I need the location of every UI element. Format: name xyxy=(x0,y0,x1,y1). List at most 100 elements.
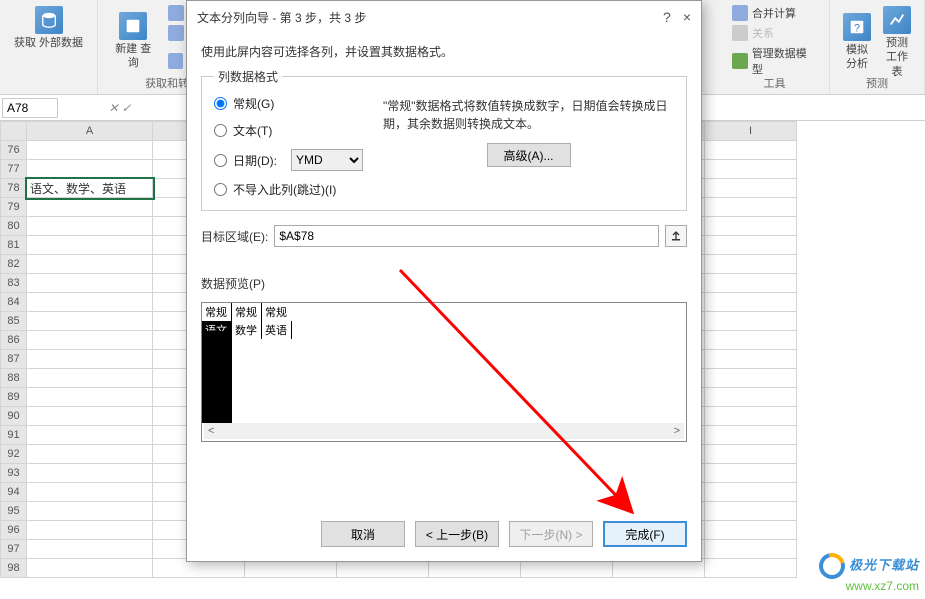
cancel-button[interactable]: 取消 xyxy=(321,521,405,547)
row-header[interactable]: 96 xyxy=(1,521,27,540)
cell[interactable] xyxy=(705,331,797,350)
cell[interactable] xyxy=(705,312,797,331)
preview-cell[interactable]: 英语 xyxy=(262,321,292,339)
radio-text[interactable]: 文本(T) xyxy=(214,122,363,139)
relationships-button[interactable]: 关系 xyxy=(728,24,821,42)
corner-cell[interactable] xyxy=(1,122,27,141)
preview-header-cell[interactable]: 常规 xyxy=(202,303,232,321)
row-header[interactable]: 83 xyxy=(1,274,27,293)
advanced-button[interactable]: 高级(A)... xyxy=(487,143,571,167)
cell[interactable] xyxy=(27,540,153,559)
cell[interactable] xyxy=(705,445,797,464)
cell[interactable]: 语文、数学、英语 xyxy=(27,179,153,198)
cell[interactable] xyxy=(705,350,797,369)
cell[interactable] xyxy=(27,445,153,464)
cell[interactable] xyxy=(27,255,153,274)
cell[interactable] xyxy=(27,483,153,502)
data-preview[interactable]: 常规 常规 常规 语文 数学 英语 < > xyxy=(201,302,687,442)
back-button[interactable]: < 上一步(B) xyxy=(415,521,499,547)
cell[interactable] xyxy=(705,160,797,179)
manage-data-model-button[interactable]: 管理数据模型 xyxy=(728,44,821,78)
cell[interactable] xyxy=(705,198,797,217)
row-header[interactable]: 92 xyxy=(1,445,27,464)
consolidate-button[interactable]: 合并计算 xyxy=(728,4,821,22)
cell[interactable] xyxy=(705,483,797,502)
row-header[interactable]: 84 xyxy=(1,293,27,312)
cell[interactable] xyxy=(705,236,797,255)
cell[interactable] xyxy=(705,369,797,388)
cell[interactable] xyxy=(705,274,797,293)
row-header[interactable]: 78 xyxy=(1,179,27,198)
cell[interactable] xyxy=(27,217,153,236)
cell[interactable] xyxy=(27,350,153,369)
row-header[interactable]: 85 xyxy=(1,312,27,331)
row-header[interactable]: 94 xyxy=(1,483,27,502)
fx-icon[interactable]: ✕ ✓ fx xyxy=(108,98,132,118)
cell[interactable] xyxy=(27,559,153,578)
next-button[interactable]: 下一步(N) > xyxy=(509,521,593,547)
row-header[interactable]: 88 xyxy=(1,369,27,388)
radio-skip[interactable]: 不导入此列(跳过)(I) xyxy=(214,181,363,198)
row-header[interactable]: 90 xyxy=(1,407,27,426)
cell[interactable] xyxy=(705,502,797,521)
cell[interactable] xyxy=(27,407,153,426)
cell[interactable] xyxy=(27,464,153,483)
row-header[interactable]: 93 xyxy=(1,464,27,483)
preview-cell[interactable]: 数学 xyxy=(232,321,262,339)
cell[interactable] xyxy=(705,426,797,445)
new-query-button[interactable]: 新建 查询 xyxy=(106,4,160,78)
cell[interactable] xyxy=(705,540,797,559)
row-header[interactable]: 97 xyxy=(1,540,27,559)
row-header[interactable]: 95 xyxy=(1,502,27,521)
cell[interactable] xyxy=(27,274,153,293)
cell[interactable] xyxy=(705,179,797,198)
cell[interactable] xyxy=(705,217,797,236)
cell[interactable] xyxy=(705,141,797,160)
cell[interactable] xyxy=(705,464,797,483)
radio-general[interactable]: 常规(G) xyxy=(214,95,363,112)
cell[interactable] xyxy=(27,502,153,521)
row-header[interactable]: 80 xyxy=(1,217,27,236)
row-header[interactable]: 76 xyxy=(1,141,27,160)
scroll-left-icon[interactable]: < xyxy=(204,425,218,437)
row-header[interactable]: 79 xyxy=(1,198,27,217)
cell[interactable] xyxy=(27,141,153,160)
row-header[interactable]: 87 xyxy=(1,350,27,369)
scroll-right-icon[interactable]: > xyxy=(670,425,684,437)
radio-text-input[interactable] xyxy=(214,124,227,137)
what-if-analysis-button[interactable]: ? 模拟分析 xyxy=(837,4,877,81)
cell[interactable] xyxy=(27,426,153,445)
finish-button[interactable]: 完成(F) xyxy=(603,521,687,547)
dialog-titlebar[interactable]: 文本分列向导 - 第 3 步，共 3 步 ? × xyxy=(187,1,701,33)
preview-scrollbar[interactable]: < > xyxy=(204,423,684,439)
cell[interactable] xyxy=(705,559,797,578)
radio-date[interactable]: 日期(D): YMD xyxy=(214,149,363,171)
cell[interactable] xyxy=(27,369,153,388)
forecast-sheet-button[interactable]: 预测 工作表 xyxy=(877,4,917,81)
cell[interactable] xyxy=(27,388,153,407)
cell[interactable] xyxy=(27,236,153,255)
cell[interactable] xyxy=(27,331,153,350)
row-header[interactable]: 91 xyxy=(1,426,27,445)
cell[interactable] xyxy=(705,407,797,426)
preview-header-cell[interactable]: 常规 xyxy=(262,303,292,321)
cell[interactable] xyxy=(27,160,153,179)
cell[interactable] xyxy=(705,388,797,407)
radio-general-input[interactable] xyxy=(214,97,227,110)
destination-input[interactable] xyxy=(274,225,659,247)
row-header[interactable]: 82 xyxy=(1,255,27,274)
preview-header-cell[interactable]: 常规 xyxy=(232,303,262,321)
radio-skip-input[interactable] xyxy=(214,183,227,196)
col-header-a[interactable]: A xyxy=(27,122,153,141)
row-header[interactable]: 89 xyxy=(1,388,27,407)
name-box[interactable] xyxy=(2,98,58,118)
cell[interactable] xyxy=(27,521,153,540)
cell[interactable] xyxy=(705,255,797,274)
date-format-select[interactable]: YMD xyxy=(291,149,363,171)
range-picker-button[interactable] xyxy=(665,225,687,247)
help-icon[interactable]: ? xyxy=(663,9,671,25)
cell[interactable] xyxy=(705,521,797,540)
cell[interactable] xyxy=(27,198,153,217)
radio-date-input[interactable] xyxy=(214,154,227,167)
close-icon[interactable]: × xyxy=(683,9,691,25)
